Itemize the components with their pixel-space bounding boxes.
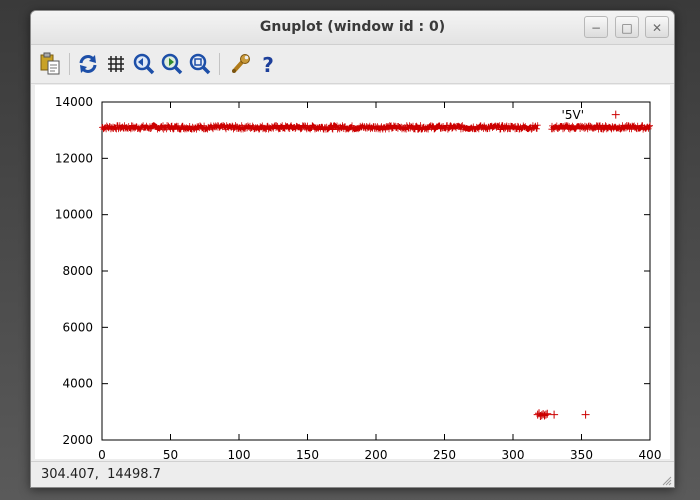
y-tick-label: 10000 bbox=[55, 208, 93, 222]
data-point bbox=[611, 110, 620, 119]
toolbar: ? bbox=[31, 45, 674, 84]
x-tick-label: 250 bbox=[433, 448, 456, 459]
help-button[interactable]: ? bbox=[255, 51, 281, 77]
replot-icon bbox=[79, 55, 97, 73]
scatter-chart[interactable]: 2000 4000 6000 8000 10000 12000 14000 0 50 100 15… bbox=[35, 85, 670, 462]
x-tick-label: 0 bbox=[98, 448, 106, 459]
mouse-coordinates: 304.407, 14498.7 bbox=[41, 467, 161, 482]
plot-frame bbox=[101, 101, 651, 441]
autoscale-icon bbox=[189, 53, 211, 75]
replot-button[interactable] bbox=[75, 51, 101, 77]
desktop-background: Gnuplot (window id : 0) − □ ✕ ? 2000 400… bbox=[0, 0, 700, 500]
maximize-button[interactable]: □ bbox=[615, 16, 639, 38]
y-axis: 2000 4000 6000 8000 10000 12000 14000 bbox=[55, 95, 650, 447]
plot-canvas[interactable]: 2000 4000 6000 8000 10000 12000 14000 0 50 100 15… bbox=[35, 85, 670, 462]
legend-label: '5V' bbox=[562, 108, 584, 122]
y-tick-label: 8000 bbox=[62, 264, 93, 278]
minimize-button[interactable]: − bbox=[584, 16, 608, 38]
x-tick-label: 100 bbox=[228, 448, 251, 459]
legend: '5V' bbox=[562, 108, 584, 122]
resize-grip-icon[interactable] bbox=[660, 474, 672, 486]
options-button[interactable] bbox=[227, 51, 253, 77]
next-zoom-button[interactable] bbox=[159, 51, 185, 77]
svg-text:?: ? bbox=[262, 53, 274, 77]
toolbar-separator bbox=[69, 53, 70, 75]
data-point bbox=[581, 410, 590, 419]
autoscale-button[interactable] bbox=[187, 51, 213, 77]
y-tick-label: 12000 bbox=[55, 151, 93, 165]
close-button[interactable]: ✕ bbox=[645, 16, 669, 38]
data-series-5v-outliers bbox=[533, 110, 620, 421]
data-band-points bbox=[99, 122, 653, 133]
x-tick-label: 400 bbox=[639, 448, 662, 459]
title-bar[interactable]: Gnuplot (window id : 0) − □ ✕ bbox=[31, 11, 674, 45]
next-zoom-icon bbox=[161, 53, 183, 75]
y-tick-label: 2000 bbox=[62, 433, 93, 447]
options-wrench-icon bbox=[232, 54, 250, 73]
previous-zoom-icon bbox=[133, 53, 155, 75]
x-tick-label: 50 bbox=[163, 448, 178, 459]
x-tick-label: 350 bbox=[570, 448, 593, 459]
data-point bbox=[550, 410, 559, 419]
data-series-5v-band bbox=[99, 122, 653, 133]
y-tick-label: 4000 bbox=[62, 377, 93, 391]
x-tick-label: 300 bbox=[502, 448, 525, 459]
previous-zoom-button[interactable] bbox=[131, 51, 157, 77]
window-title: Gnuplot (window id : 0) bbox=[259, 19, 446, 35]
help-icon: ? bbox=[262, 53, 274, 77]
toggle-grid-button[interactable] bbox=[103, 51, 129, 77]
x-axis: 0 50 100 150 200 250 300 350 400 bbox=[98, 102, 662, 462]
gnuplot-window[interactable]: Gnuplot (window id : 0) − □ ✕ ? 2000 400… bbox=[30, 10, 675, 488]
toggle-grid-icon bbox=[108, 56, 124, 72]
copy-to-clipboard-icon bbox=[40, 52, 60, 75]
y-tick-label: 6000 bbox=[62, 320, 93, 334]
copy-to-clipboard-button[interactable] bbox=[37, 51, 63, 77]
toolbar-separator bbox=[219, 53, 220, 75]
status-bar: 304.407, 14498.7 bbox=[31, 461, 674, 487]
x-tick-label: 200 bbox=[365, 448, 388, 459]
y-tick-label: 14000 bbox=[55, 95, 93, 109]
x-tick-label: 150 bbox=[296, 448, 319, 459]
